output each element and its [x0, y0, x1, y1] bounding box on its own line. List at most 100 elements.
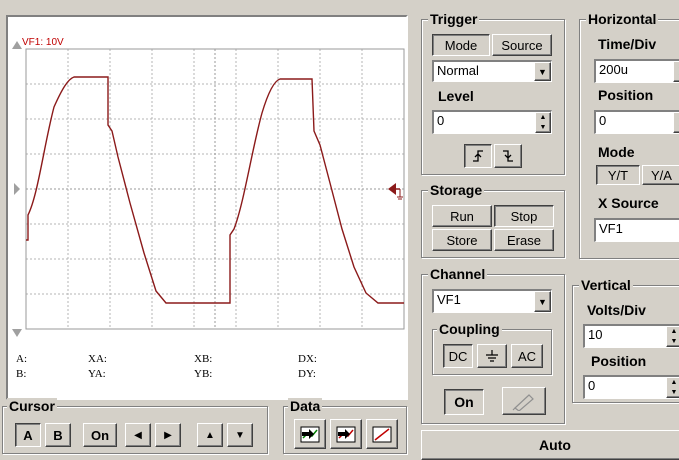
trigger-falling-edge-button[interactable]	[494, 144, 522, 168]
trigger-level-spinner[interactable]: ▲ ▼	[535, 112, 551, 133]
scope-axes	[25, 48, 405, 330]
vertical-position-input[interactable]: 0 ▲ ▼	[583, 375, 679, 399]
cursor-group: Cursor A B On ◀ ▶ ▲ ▼	[2, 398, 268, 454]
vertical-title: Vertical	[579, 277, 633, 293]
trigger-rising-edge-button[interactable]	[464, 144, 492, 168]
import-data-button[interactable]	[330, 419, 362, 449]
mode-yt-button[interactable]: Y/T	[596, 165, 640, 185]
export-chart-icon	[300, 426, 320, 443]
trigger-mode-tab[interactable]: Mode	[432, 34, 490, 56]
channel-on-button[interactable]: On	[444, 389, 484, 415]
coupling-ac-button[interactable]: AC	[511, 344, 543, 368]
ground-marker-left	[14, 183, 20, 195]
cursor-up-button[interactable]: ▲	[197, 423, 223, 447]
trigger-mode-value: Normal	[437, 63, 479, 78]
xb-readout: XB:	[194, 353, 213, 365]
channel-dropdown-button[interactable]: ▼	[534, 291, 551, 312]
volts-div-spinner[interactable]: ▲ ▼	[666, 326, 679, 347]
trigger-group: Trigger Mode Source Normal ▼ Level 0 ▲ ▼	[421, 11, 565, 175]
horizontal-position-spinner[interactable]: ▲ ▼	[673, 112, 679, 133]
spin-up-icon[interactable]: ▲	[536, 113, 550, 123]
horizontal-group: Horizontal Time/Div 200u ▲ ▼ Position 0 …	[579, 11, 679, 259]
plot-data-button[interactable]	[366, 419, 398, 449]
trigger-level-marker	[388, 183, 403, 200]
storage-title: Storage	[428, 182, 485, 198]
arrow-right-icon: ▶	[164, 429, 172, 441]
xa-readout: XA:	[88, 353, 107, 365]
spin-up-icon[interactable]: ▲	[667, 378, 679, 388]
volts-div-input[interactable]: 10 ▲ ▼	[583, 324, 679, 348]
export-data-button[interactable]	[294, 419, 326, 449]
import-chart-icon	[336, 426, 356, 443]
ya-readout: YA:	[88, 368, 106, 380]
time-div-label: Time/Div	[598, 36, 657, 52]
horizontal-position-value: 0	[599, 113, 607, 128]
cursor-down-button[interactable]: ▼	[227, 423, 253, 447]
auto-button[interactable]: Auto	[421, 430, 679, 460]
cursor-title: Cursor	[7, 398, 57, 414]
trigger-level-input[interactable]: 0 ▲ ▼	[432, 110, 552, 134]
probe-button[interactable]	[502, 387, 546, 415]
cursor-a-readout: A:	[16, 353, 27, 365]
x-source-select[interactable]: VF1	[594, 218, 679, 242]
spin-down-icon[interactable]: ▼	[667, 337, 679, 347]
coupling-title: Coupling	[437, 321, 502, 337]
channel-select[interactable]: VF1 ▼	[432, 289, 552, 313]
horizontal-position-input[interactable]: 0 ▲ ▼	[594, 110, 679, 134]
channel-group: Channel VF1 ▼ Coupling DC AC On	[421, 266, 565, 424]
trigger-source-tab[interactable]: Source	[492, 34, 552, 56]
yb-readout: YB:	[194, 368, 213, 380]
probe-icon	[512, 394, 534, 411]
spin-up-icon[interactable]: ▲	[674, 113, 679, 123]
horizontal-position-label: Position	[598, 87, 654, 103]
channel-title: Channel	[428, 266, 488, 282]
time-div-spinner[interactable]: ▲ ▼	[673, 61, 679, 82]
spin-down-icon[interactable]: ▼	[667, 388, 679, 398]
coupling-dc-button[interactable]: DC	[443, 344, 473, 368]
cursor-a-button[interactable]: A	[15, 423, 41, 447]
horizontal-mode-label: Mode	[598, 144, 635, 160]
cursor-on-button[interactable]: On	[83, 423, 117, 447]
stop-button[interactable]: Stop	[494, 205, 554, 227]
cursor-b-button[interactable]: B	[45, 423, 71, 447]
data-title: Data	[288, 398, 323, 414]
erase-button[interactable]: Erase	[494, 229, 554, 251]
trigger-mode-dropdown-button[interactable]: ▼	[534, 62, 551, 81]
cursor-b-readout: B:	[16, 368, 27, 380]
dy-readout: DY:	[298, 368, 316, 380]
falling-edge-icon	[503, 150, 513, 162]
spin-down-icon[interactable]: ▼	[674, 123, 679, 133]
storage-group: Storage Run Stop Store Erase	[421, 182, 565, 258]
spin-up-icon[interactable]: ▲	[667, 327, 679, 337]
horizontal-title: Horizontal	[586, 11, 659, 27]
vertical-position-value: 0	[588, 378, 596, 393]
arrow-up-bar-icon: ▲	[205, 429, 215, 441]
spin-up-icon[interactable]: ▲	[674, 62, 679, 72]
spin-down-icon[interactable]: ▼	[674, 72, 679, 82]
run-button[interactable]: Run	[432, 205, 492, 227]
waveform-plot	[12, 41, 405, 337]
mode-ya-button[interactable]: Y/A	[642, 165, 679, 185]
chevron-down-icon: ▼	[538, 296, 547, 307]
store-button[interactable]: Store	[432, 229, 492, 251]
channel-value: VF1	[437, 292, 461, 307]
cursor-left-button[interactable]: ◀	[125, 423, 151, 447]
line-chart-icon	[372, 426, 392, 443]
coupling-ground-button[interactable]	[477, 344, 507, 368]
cursor-a-marker	[12, 41, 22, 49]
time-div-value: 200u	[599, 62, 628, 77]
trigger-mode-select[interactable]: Normal ▼	[432, 60, 552, 82]
data-group: Data	[283, 398, 407, 454]
vertical-position-label: Position	[591, 353, 647, 369]
arrow-left-icon: ◀	[134, 429, 142, 441]
cursor-b-marker	[12, 329, 22, 337]
trigger-level-value: 0	[437, 113, 445, 128]
spin-down-icon[interactable]: ▼	[536, 123, 550, 133]
cursor-right-button[interactable]: ▶	[155, 423, 181, 447]
scope-display[interactable]: VF1: 10V A: B: XA: YA: XB: YB: DX: DY:	[6, 15, 408, 400]
coupling-group: Coupling DC AC	[432, 321, 552, 375]
vertical-position-spinner[interactable]: ▲ ▼	[666, 377, 679, 398]
time-div-input[interactable]: 200u ▲ ▼	[594, 59, 679, 83]
trigger-level-label: Level	[438, 88, 474, 104]
vertical-group: Vertical Volts/Div 10 ▲ ▼ Position 0 ▲ ▼	[572, 277, 679, 403]
